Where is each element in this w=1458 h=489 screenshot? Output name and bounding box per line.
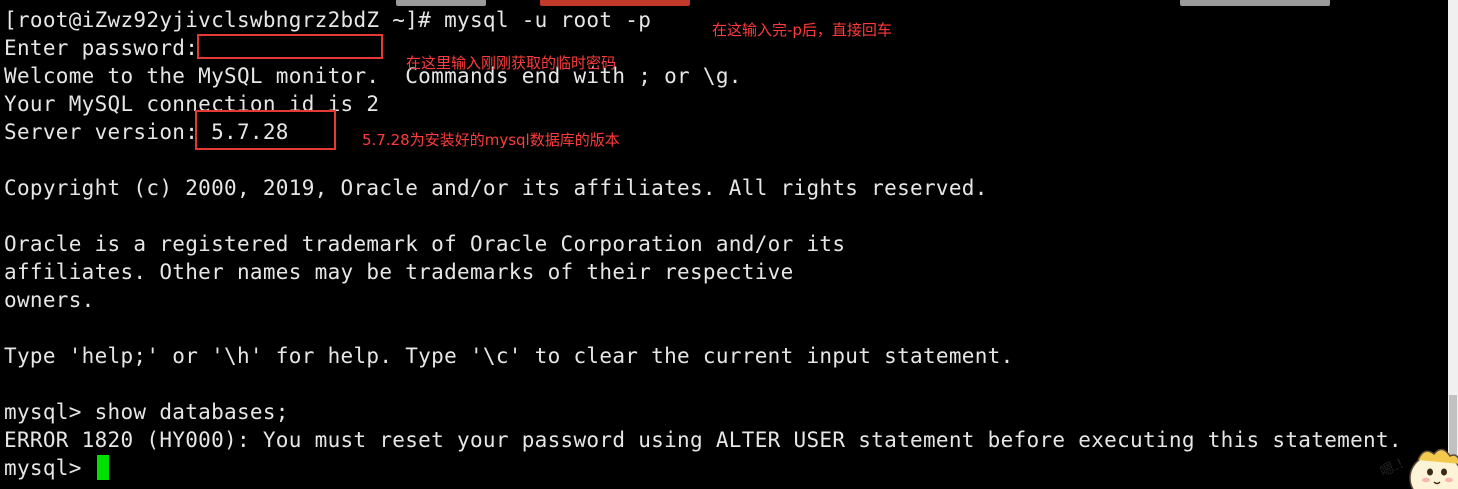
version-highlight: [195, 110, 336, 150]
terminal-line-trademark-2: affiliates. Other names may be trademark…: [4, 260, 794, 284]
terminal-line-prompt[interactable]: mysql>: [4, 454, 109, 482]
terminal-cursor: [96, 455, 109, 480]
terminal-line-trademark-1: Oracle is a registered trademark of Orac…: [4, 232, 846, 256]
annotation-after-p: 在这输入完-p后，直接回车: [712, 21, 892, 39]
terminal-line-command: [root@iZwz92yjivclswbngrz2bdZ ~]# mysql …: [4, 8, 652, 32]
password-input-highlight: [197, 34, 383, 59]
terminal-line-error: ERROR 1820 (HY000): You must reset your …: [4, 428, 1402, 452]
clipped-previous-line-tail: [1180, 0, 1330, 6]
terminal-line-copyright: Copyright (c) 2000, 2019, Oracle and/or …: [4, 176, 988, 200]
mysql-prompt: mysql>: [4, 456, 95, 480]
terminal-line-help: Type 'help;' or '\h' for help. Type '\c'…: [4, 344, 1014, 368]
terminal-line-welcome: Welcome to the MySQL monitor. Commands e…: [4, 64, 742, 88]
annotation-password-hint: 在这里输入刚刚获取的临时密码: [406, 54, 617, 72]
annotation-version-hint: 5.7.28为安装好的mysql数据库的版本: [362, 131, 620, 149]
terminal-line-show-databases: mysql> show databases;: [4, 400, 289, 424]
terminal-window[interactable]: [root@iZwz92yjivclswbngrz2bdZ ~]# mysql …: [0, 0, 1448, 489]
terminal-line-password-prompt: Enter password:: [4, 36, 199, 60]
terminal-line-trademark-3: owners.: [4, 288, 95, 312]
sticker-text: 嗯.!: [1378, 456, 1406, 481]
cartoon-sticker-icon: 嗯.!: [1378, 448, 1458, 489]
vertical-scrollbar[interactable]: [1448, 0, 1458, 489]
